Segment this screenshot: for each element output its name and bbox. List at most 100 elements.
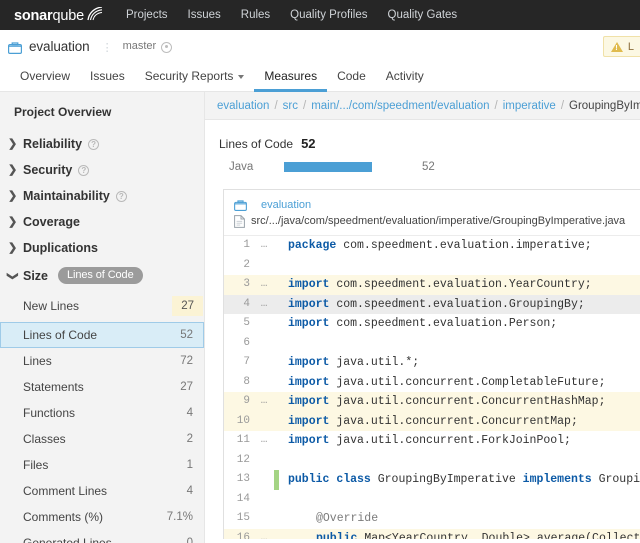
sidebar-item-comments-percent-label: Comments (%) (23, 510, 103, 524)
sonarqube-logo[interactable]: sonarqube (14, 6, 104, 24)
sidebar-group-duplications[interactable]: ❯ Duplications (0, 235, 204, 261)
help-icon[interactable]: ? (88, 139, 99, 150)
breadcrumb-item-src[interactable]: src (283, 100, 298, 112)
code-line[interactable]: 9…import java.util.concurrent.Concurrent… (224, 392, 640, 412)
code-line-issue-marker[interactable]: … (254, 529, 274, 540)
code-line-number[interactable]: 11 (224, 431, 254, 451)
code-line-issue-marker[interactable] (254, 451, 274, 471)
sidebar-item-generated-lines[interactable]: Generated Lines 0 (0, 530, 204, 543)
code-line-issue-marker[interactable] (254, 314, 274, 334)
tab-code[interactable]: Code (327, 63, 376, 92)
code-line[interactable]: 4…import com.speedment.evaluation.Groupi… (224, 295, 640, 315)
help-icon[interactable]: ? (116, 191, 127, 202)
code-line-number[interactable]: 2 (224, 256, 254, 276)
breadcrumb-divider-icon: ⋮ (102, 44, 114, 48)
code-line-issue-marker[interactable]: … (254, 275, 274, 295)
sidebar-group-size[interactable]: ❯ Size Lines of Code (0, 261, 204, 290)
code-line[interactable]: 12 (224, 451, 640, 471)
code-line-issue-marker[interactable] (254, 256, 274, 276)
code-line[interactable]: 5import com.speedment.evaluation.Person; (224, 314, 640, 334)
code-line-number[interactable]: 8 (224, 373, 254, 393)
sidebar-group-maintainability[interactable]: ❯ Maintainability ? (0, 183, 204, 209)
breadcrumb-item-package[interactable]: main/.../com/speedment/evaluation (311, 100, 489, 112)
code-line-issue-marker[interactable] (254, 373, 274, 393)
nav-link-projects[interactable]: Projects (126, 0, 168, 30)
sidebar-item-new-lines[interactable]: New Lines 27 (0, 290, 204, 322)
branch-name[interactable]: master (123, 40, 157, 52)
breadcrumb-item-imperative[interactable]: imperative (503, 100, 556, 112)
tab-security-reports[interactable]: Security Reports (135, 63, 255, 92)
code-line-number[interactable]: 10 (224, 412, 254, 432)
code-line-number[interactable]: 16 (224, 529, 254, 540)
tab-measures[interactable]: Measures (254, 63, 327, 92)
file-breadcrumb: evaluation / src / main/.../com/speedmen… (205, 92, 640, 120)
file-icon (234, 215, 245, 228)
code-line-issue-marker[interactable] (254, 353, 274, 373)
source-code-lines[interactable]: 1…package com.speedment.evaluation.imper… (224, 236, 640, 539)
code-line-number[interactable]: 12 (224, 451, 254, 471)
code-line-number[interactable]: 3 (224, 275, 254, 295)
code-line-number[interactable]: 5 (224, 314, 254, 334)
code-line[interactable]: 11…import java.util.concurrent.ForkJoinP… (224, 431, 640, 451)
sidebar-item-classes[interactable]: Classes 2 (0, 426, 204, 452)
code-line[interactable]: 15@Override (224, 509, 640, 529)
nav-link-rules[interactable]: Rules (241, 0, 270, 30)
code-line[interactable]: 16…public Map<YearCountry, Double> avera… (224, 529, 640, 540)
code-line-number[interactable]: 9 (224, 392, 254, 412)
code-line-issue-marker[interactable] (254, 509, 274, 529)
sidebar-group-security[interactable]: ❯ Security ? (0, 157, 204, 183)
warning-notification-badge[interactable]: L (603, 36, 640, 57)
help-icon[interactable]: ? (78, 165, 89, 176)
sidebar-item-comments-percent[interactable]: Comments (%) 7.1% (0, 504, 204, 530)
code-line-number[interactable]: 13 (224, 470, 254, 490)
code-line-number[interactable]: 7 (224, 353, 254, 373)
breadcrumb-item-evaluation[interactable]: evaluation (217, 100, 269, 112)
code-line[interactable]: 7 import java.util.*; (224, 353, 640, 373)
code-line[interactable]: 14 (224, 490, 640, 510)
code-line-number[interactable]: 1 (224, 236, 254, 256)
code-line[interactable]: 6 (224, 334, 640, 354)
project-name[interactable]: evaluation (29, 39, 90, 54)
tab-issues[interactable]: Issues (80, 63, 135, 92)
branch-status-icon[interactable] (161, 42, 172, 53)
sidebar-group-coverage[interactable]: ❯ Coverage (0, 209, 204, 235)
nav-link-quality-profiles[interactable]: Quality Profiles (290, 0, 367, 30)
code-line[interactable]: 10import java.util.concurrent.Concurrent… (224, 412, 640, 432)
sidebar-item-comment-lines[interactable]: Comment Lines 4 (0, 478, 204, 504)
code-line-issue-marker[interactable] (254, 412, 274, 432)
sidebar-item-statements[interactable]: Statements 27 (0, 374, 204, 400)
sidebar-item-lines-of-code[interactable]: Lines of Code 52 (0, 322, 204, 348)
source-card-file-path[interactable]: src/.../java/com/speedment/evaluation/im… (251, 213, 625, 229)
source-card-project-link[interactable]: evaluation (261, 197, 311, 213)
code-line-number[interactable]: 15 (224, 509, 254, 529)
code-line-issue-marker[interactable] (254, 334, 274, 354)
code-line-number[interactable]: 14 (224, 490, 254, 510)
nav-link-quality-gates[interactable]: Quality Gates (388, 0, 458, 30)
sidebar-item-new-lines-label: New Lines (23, 299, 79, 313)
code-line-issue-marker[interactable]: … (254, 431, 274, 451)
code-line[interactable]: 1…package com.speedment.evaluation.imper… (224, 236, 640, 256)
sidebar-item-lines[interactable]: Lines 72 (0, 348, 204, 374)
code-line[interactable]: 13public class GroupingByImperative impl… (224, 470, 640, 490)
code-line-issue-marker[interactable]: … (254, 236, 274, 256)
code-line-number[interactable]: 6 (224, 334, 254, 354)
sidebar-item-files[interactable]: Files 1 (0, 452, 204, 478)
code-line-issue-marker[interactable]: … (254, 392, 274, 412)
sidebar-group-reliability[interactable]: ❯ Reliability ? (0, 131, 204, 157)
code-line-text: import java.util.*; (288, 353, 419, 373)
code-line[interactable]: 8import java.util.concurrent.Completable… (224, 373, 640, 393)
code-line[interactable]: 3…import com.speedment.evaluation.YearCo… (224, 275, 640, 295)
code-line[interactable]: 2 (224, 256, 640, 276)
tab-activity[interactable]: Activity (376, 63, 434, 92)
code-line-issue-marker[interactable] (254, 470, 274, 490)
code-line-issue-marker[interactable]: … (254, 295, 274, 315)
nav-link-issues[interactable]: Issues (188, 0, 221, 30)
tab-security-reports-label: Security Reports (145, 69, 234, 83)
code-line-number[interactable]: 4 (224, 295, 254, 315)
chevron-right-icon: ❯ (8, 217, 17, 227)
sidebar-item-functions[interactable]: Functions 4 (0, 400, 204, 426)
tab-overview[interactable]: Overview (10, 63, 80, 92)
bar-fill (284, 162, 372, 172)
code-line-issue-marker[interactable] (254, 490, 274, 510)
sidebar-group-security-label: Security (23, 163, 72, 177)
